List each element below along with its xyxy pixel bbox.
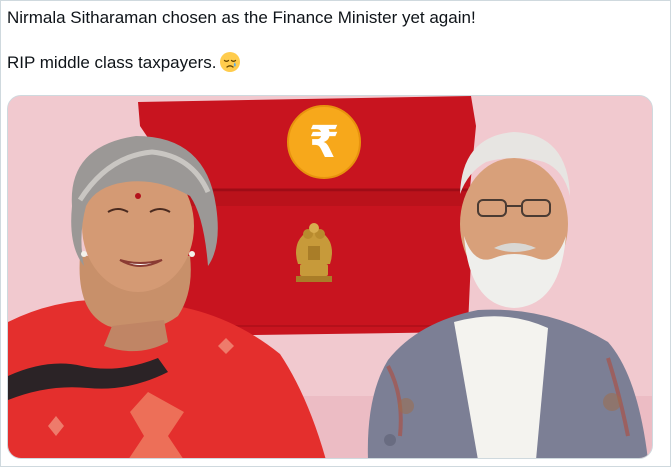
crying-face-emoji-icon xyxy=(219,51,241,73)
tweet-text-line-2-text: RIP middle class taxpayers. xyxy=(7,53,217,72)
tweet-text: Nirmala Sitharaman chosen as the Finance… xyxy=(7,7,667,74)
tweet-text-line-1: Nirmala Sitharaman chosen as the Finance… xyxy=(7,8,476,27)
rupee-badge-icon: ₹ xyxy=(287,105,361,179)
rupee-symbol: ₹ xyxy=(309,117,340,168)
tweet-text-line-2: RIP middle class taxpayers. xyxy=(7,51,667,74)
tweet-media-image[interactable]: ₹ xyxy=(7,95,653,459)
tweet-card: Nirmala Sitharaman chosen as the Finance… xyxy=(0,0,671,467)
media-illustration: ₹ xyxy=(8,96,652,458)
